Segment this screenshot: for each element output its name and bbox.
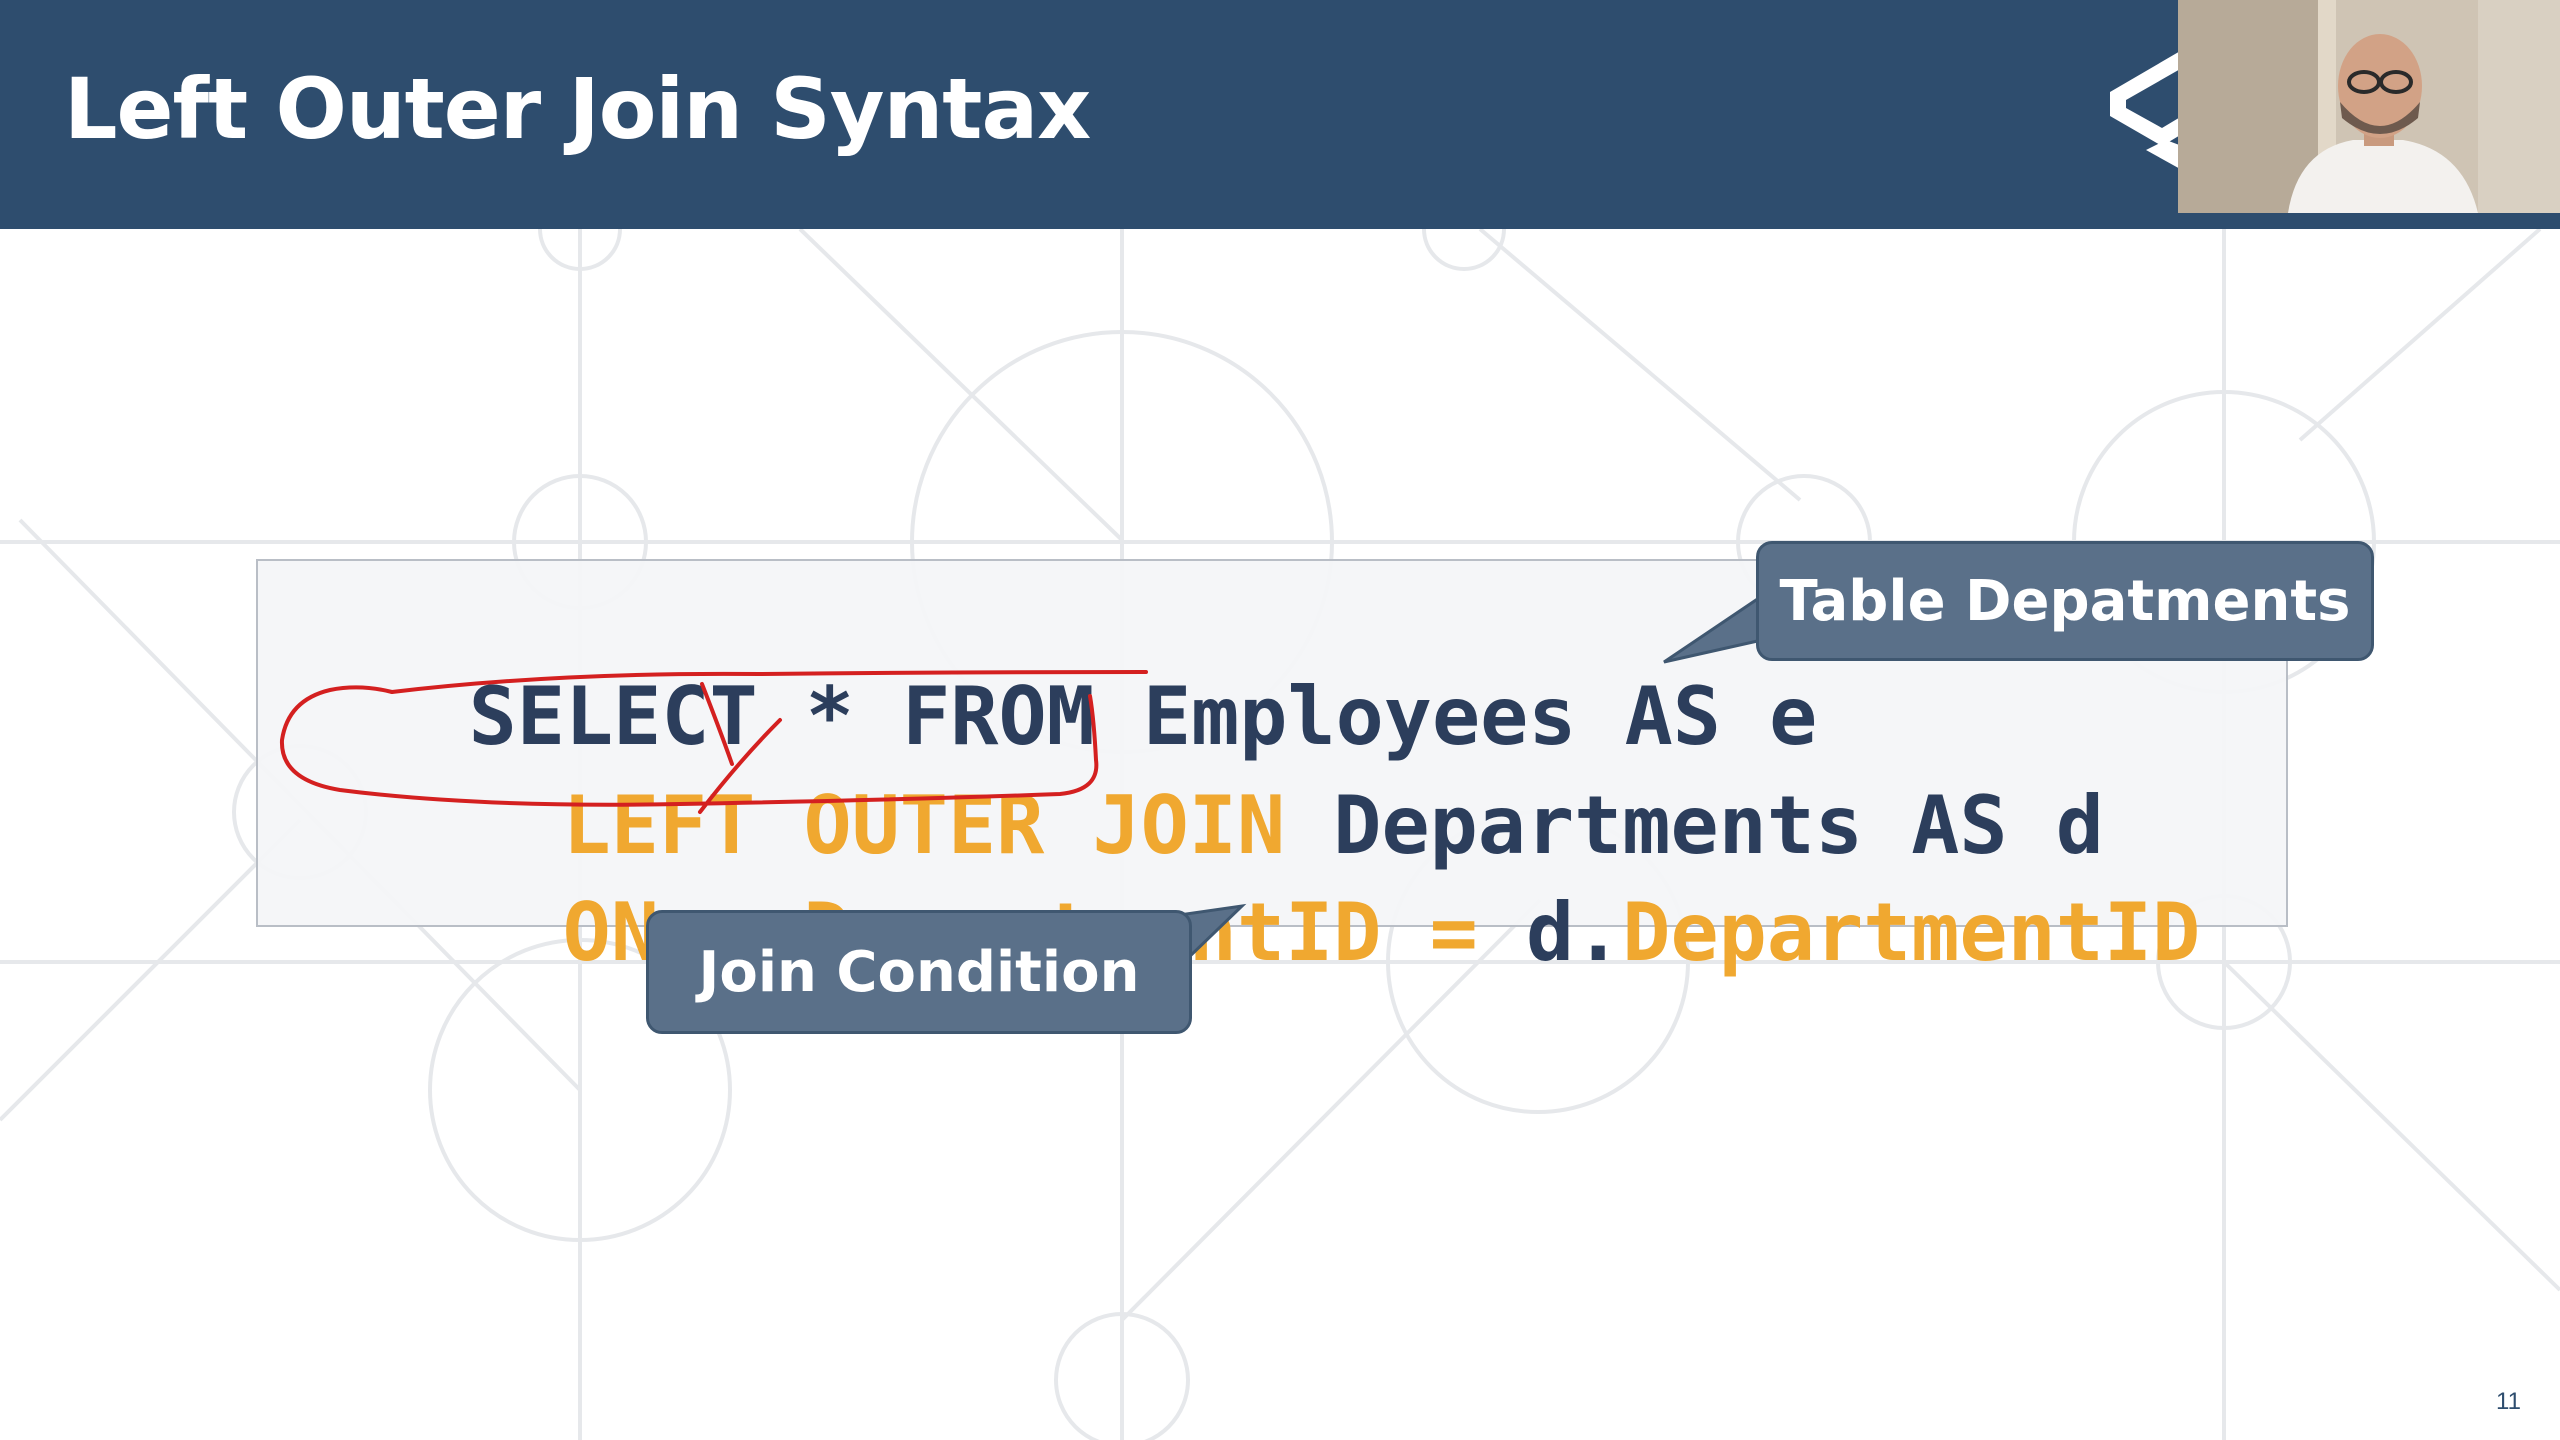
equals-operator: =	[1381, 886, 1526, 979]
presenter-webcam	[2178, 0, 2560, 213]
slide: Left Outer Join Syntax SELECT * FROM Emp…	[0, 0, 2560, 1440]
logo-icon	[2110, 50, 2182, 170]
column-right: DepartmentID	[1622, 886, 2201, 979]
alias-d: d.	[1525, 886, 1623, 979]
callout-join-condition: Join Condition	[646, 910, 1192, 1034]
callout-table-departments: Table Depatments	[1756, 541, 2374, 661]
slide-title: Left Outer Join Syntax	[64, 60, 1091, 158]
code-line-on: ON e.DepartmentID = d.DepartmentID	[370, 813, 2201, 1053]
slide-number: 11	[2496, 1388, 2521, 1415]
on-keyword: ON	[562, 886, 659, 979]
